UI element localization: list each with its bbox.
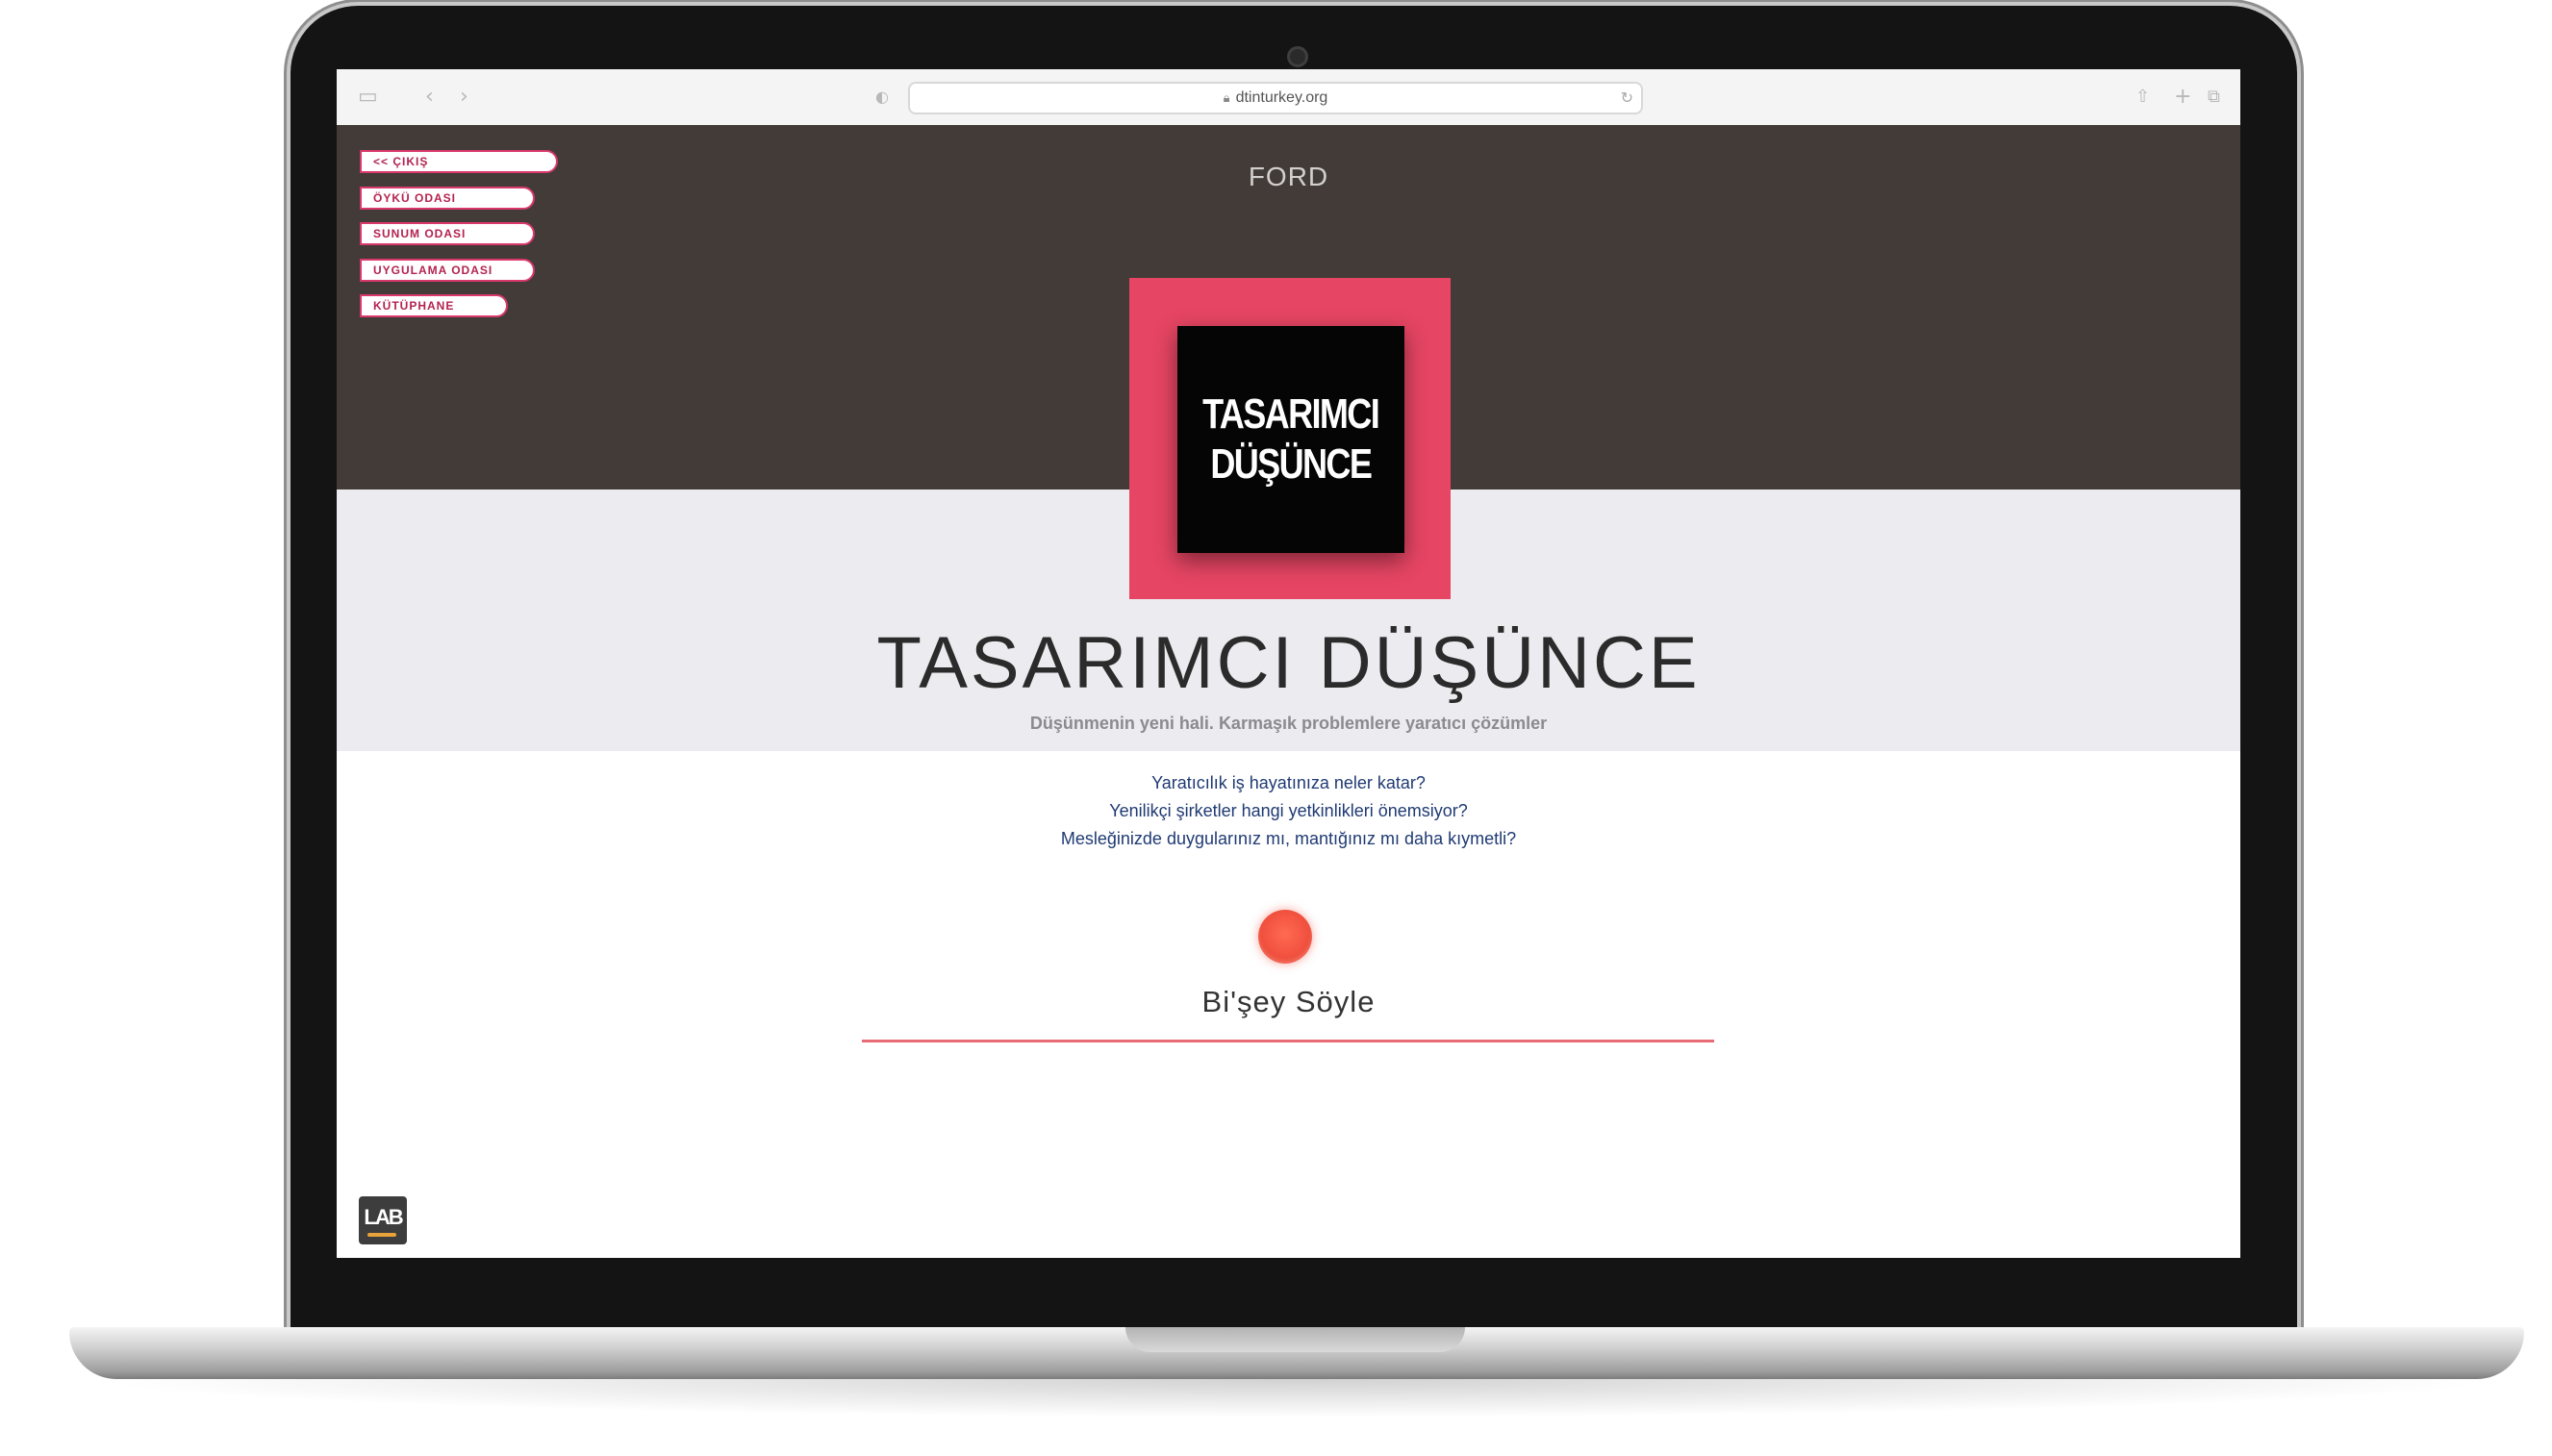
- tabs-icon[interactable]: ⧉: [2208, 85, 2220, 110]
- nav-item-exit[interactable]: << ÇIKIŞ: [360, 150, 558, 173]
- browser-toolbar: ▭ ‹ › ◐ 🔒︎ dtinturkey.org ↻ ⇧ + ⧉: [337, 69, 2240, 126]
- url-text: dtinturkey.org: [1235, 89, 1328, 106]
- lock-icon: 🔒︎: [1223, 91, 1230, 106]
- speak-underline: [862, 1040, 1714, 1042]
- side-nav: << ÇIKIŞ ÖYKÜ ODASI SUNUM ODASI UYGULAMA…: [360, 150, 558, 331]
- speak-button-label[interactable]: Bi'şey Söyle: [337, 985, 2240, 1019]
- page-title: TASARIMCI DÜŞÜNCE: [876, 622, 1701, 704]
- share-icon[interactable]: ⇧: [2135, 85, 2150, 110]
- nav-item-presentation-room[interactable]: SUNUM ODASI: [360, 222, 535, 245]
- question-item: Mesleğinizde duygularınız mı, mantığınız…: [1060, 829, 1517, 848]
- lab-badge[interactable]: LAB: [359, 1196, 407, 1244]
- lab-badge-text: LAB: [364, 1205, 403, 1229]
- laptop-shadow: [87, 1379, 2507, 1418]
- screen: ▭ ‹ › ◐ 🔒︎ dtinturkey.org ↻ ⇧ + ⧉ FORD <<…: [337, 69, 2240, 1258]
- url-field[interactable]: 🔒︎ dtinturkey.org ↻: [908, 82, 1643, 114]
- lab-badge-underline: [367, 1233, 396, 1237]
- logo-frame: TASARIMCI DÜŞÜNCE: [1129, 278, 1451, 599]
- logo-line-2: DÜŞÜNCE: [1210, 440, 1374, 488]
- nav-item-application-room[interactable]: UYGULAMA ODASI: [360, 258, 535, 282]
- question-item: Yenilikçi şirketler hangi yetkinlikleri …: [1109, 801, 1468, 820]
- question-list: Yaratıcılık iş hayatınıza neler katar? Y…: [337, 769, 2240, 853]
- forward-arrow-icon[interactable]: ›: [460, 85, 468, 110]
- camera-icon: [1287, 46, 1308, 67]
- back-arrow-icon[interactable]: ‹: [425, 85, 434, 110]
- sidebar-toggle-icon[interactable]: ▭: [358, 85, 378, 110]
- record-icon[interactable]: [1258, 910, 1312, 964]
- laptop-notch: [1125, 1327, 1465, 1352]
- nav-item-story-room[interactable]: ÖYKÜ ODASI: [360, 186, 535, 210]
- brand-name[interactable]: FORD: [337, 162, 2240, 192]
- reload-icon[interactable]: ↻: [1621, 84, 1633, 113]
- shield-icon[interactable]: ◐: [875, 85, 889, 110]
- new-tab-icon[interactable]: +: [2174, 85, 2191, 110]
- nav-item-library[interactable]: KÜTÜPHANE: [360, 294, 508, 317]
- page-subtitle: Düşünmenin yeni hali. Karmaşık problemle…: [1029, 714, 1548, 733]
- logo-line-1: TASARIMCI: [1202, 390, 1380, 438]
- logo: TASARIMCI DÜŞÜNCE: [1177, 326, 1404, 553]
- question-item: Yaratıcılık iş hayatınıza neler katar?: [1151, 773, 1426, 792]
